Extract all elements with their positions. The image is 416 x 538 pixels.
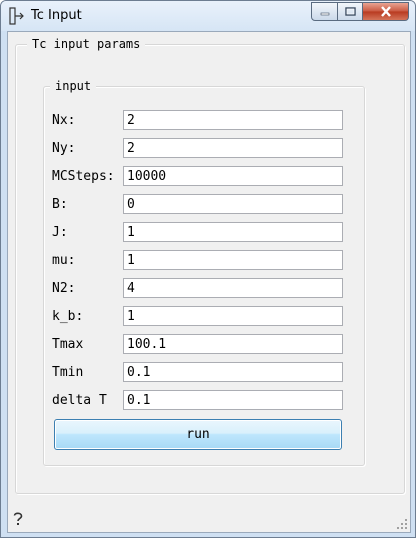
j-input[interactable] bbox=[123, 222, 343, 242]
nx-label: Nx: bbox=[52, 113, 76, 128]
minimize-button[interactable] bbox=[311, 2, 338, 21]
k-b-label: k_b: bbox=[52, 309, 84, 324]
tc-input-window: Tc Input Tc input params input Nx: Ny: bbox=[0, 0, 416, 538]
resize-grip-icon[interactable] bbox=[396, 518, 408, 530]
field-row-tmax: Tmax bbox=[52, 334, 352, 356]
minimize-icon bbox=[320, 12, 329, 15]
help-question-icon[interactable] bbox=[11, 511, 25, 527]
b-input[interactable] bbox=[123, 194, 343, 214]
close-button[interactable] bbox=[363, 2, 409, 21]
ny-input[interactable] bbox=[123, 138, 343, 158]
field-row-tmin: Tmin bbox=[52, 362, 352, 384]
field-row-j: J: bbox=[52, 222, 352, 244]
field-row-delta-t: delta T bbox=[52, 390, 352, 412]
delta-t-input[interactable] bbox=[123, 390, 343, 410]
mcsteps-label: MCSteps: bbox=[52, 169, 115, 184]
n2-input[interactable] bbox=[123, 278, 343, 298]
field-row-mcsteps: MCSteps: bbox=[52, 166, 352, 188]
field-row-nx: Nx: bbox=[52, 110, 352, 132]
close-icon bbox=[380, 6, 391, 17]
tmin-input[interactable] bbox=[123, 362, 343, 382]
n2-label: N2: bbox=[52, 281, 76, 296]
app-window-icon bbox=[9, 7, 24, 25]
maximize-icon bbox=[344, 7, 356, 16]
field-row-ny: Ny: bbox=[52, 138, 352, 160]
window-controls bbox=[311, 2, 409, 22]
tc-input-params-title: Tc input params bbox=[27, 37, 146, 51]
window-title: Tc Input bbox=[31, 8, 82, 23]
title-bar[interactable]: Tc Input bbox=[1, 1, 415, 31]
run-button[interactable]: run bbox=[54, 419, 342, 450]
input-group-title: input bbox=[50, 79, 97, 93]
field-row-k-b: k_b: bbox=[52, 306, 352, 328]
mu-input[interactable] bbox=[123, 250, 343, 270]
maximize-button[interactable] bbox=[338, 2, 363, 21]
delta-t-label: delta T bbox=[52, 393, 107, 408]
tmin-label: Tmin bbox=[52, 365, 84, 380]
dialog-client-area: Tc input params input Nx: Ny: MCSteps: B… bbox=[7, 31, 411, 533]
nx-input[interactable] bbox=[123, 110, 343, 130]
k-b-input[interactable] bbox=[123, 306, 343, 326]
tmax-label: Tmax bbox=[52, 337, 84, 352]
field-row-n2: N2: bbox=[52, 278, 352, 300]
mcsteps-input[interactable] bbox=[123, 166, 343, 186]
b-label: B: bbox=[52, 197, 68, 212]
field-row-b: B: bbox=[52, 194, 352, 216]
j-label: J: bbox=[52, 225, 68, 240]
ny-label: Ny: bbox=[52, 141, 76, 156]
field-row-mu: mu: bbox=[52, 250, 352, 272]
mu-label: mu: bbox=[52, 253, 76, 268]
tmax-input[interactable] bbox=[123, 334, 343, 354]
